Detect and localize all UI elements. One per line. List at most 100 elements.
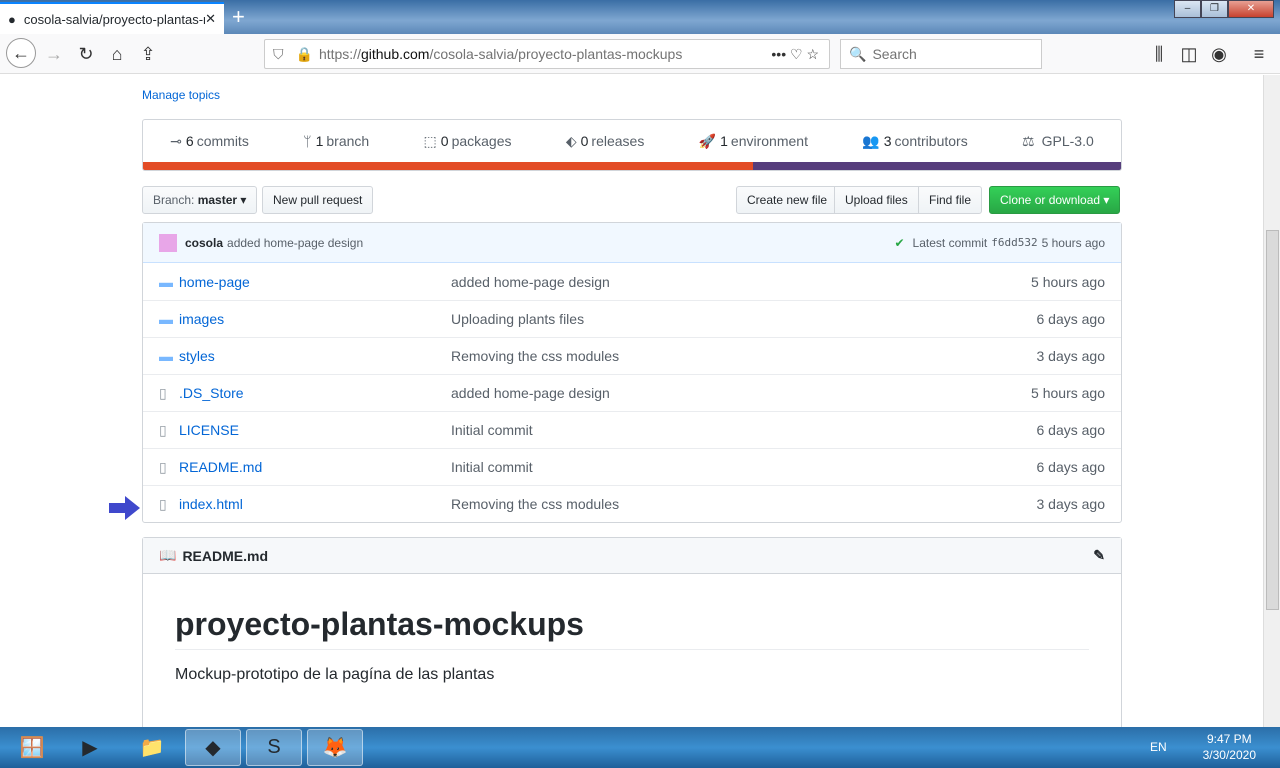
file-row: ▯ index.html Removing the css modules 3 day… <box>143 485 1121 522</box>
clock[interactable]: 9:47 PM 3/30/2020 <box>1203 731 1256 763</box>
check-icon: ✔ <box>894 235 905 250</box>
lock-icon: 🔒 <box>295 45 313 62</box>
contributors-icon: 👥 <box>862 132 880 149</box>
page-scrollbar[interactable] <box>1263 75 1280 727</box>
stat-license[interactable]: ⚖ GPL-3.0 <box>1022 133 1094 150</box>
forward-button[interactable]: → <box>40 40 68 68</box>
readme-panel: 📖 README.md ✎ proyecto-plantas-mockups Mock… <box>142 537 1122 727</box>
file-name-link[interactable]: LICENSE <box>179 422 451 438</box>
file-age: 6 days ago <box>1036 422 1106 438</box>
reload-button[interactable]: ↻ <box>72 40 100 68</box>
file-name-link[interactable]: .DS_Store <box>179 385 451 401</box>
book-icon: 📖 <box>159 547 177 563</box>
file-commit-message[interactable]: Uploading plants files <box>451 311 1037 327</box>
stat-label: environment <box>730 132 808 149</box>
clone-download-button[interactable]: Clone or download ▾ <box>989 186 1121 214</box>
back-button[interactable]: ← <box>6 38 36 68</box>
stat-count: 3 <box>883 132 892 149</box>
file-row: ▯ README.md Initial commit 6 days ago <box>143 448 1121 485</box>
file-commit-message[interactable]: Initial commit <box>451 459 1037 475</box>
stat-label: contributors <box>894 132 968 149</box>
file-row: ▯ LICENSE Initial commit 6 days ago <box>143 411 1121 448</box>
language-segment[interactable] <box>753 162 1121 170</box>
releases-icon: ⬖ <box>565 132 577 149</box>
file-commit-message[interactable]: added home-page design <box>451 274 1031 290</box>
file-name-link[interactable]: home-page <box>179 274 451 290</box>
stat-label: branch <box>326 133 370 149</box>
file-name-link[interactable]: index.html <box>179 496 451 512</box>
branch-select[interactable]: Branch: master ▾ <box>142 186 258 214</box>
stat-packages[interactable]: ⬚ 0 packages <box>424 133 512 150</box>
browser-tab[interactable]: ● cosola-salvia/proyecto-plantas-mockups… <box>0 2 224 34</box>
readme-filename: README.md <box>182 547 268 564</box>
environment-icon: 🚀 <box>698 132 717 149</box>
commit-sha[interactable]: f6dd532 <box>991 236 1037 249</box>
file-commit-message[interactable]: Initial commit <box>451 422 1037 438</box>
create-new-file-button[interactable]: Create new file <box>736 186 839 214</box>
minimize-button[interactable]: – <box>1174 0 1201 18</box>
stat-branch[interactable]: ᛘ 1 branch <box>303 133 369 149</box>
navigation-toolbar: ← → ↻ ⌂ ⇪ ⛉ 🔒 https://github.com/cosola-… <box>0 34 1280 74</box>
manage-topics-link[interactable]: Manage topics <box>142 88 220 102</box>
clone-label: Clone or download <box>1000 193 1101 207</box>
find-file-button[interactable]: Find file <box>918 186 983 214</box>
search-input[interactable]: 🔍 Search <box>840 39 1042 69</box>
share-icon[interactable]: ⇪ <box>134 40 162 68</box>
file-name-link[interactable]: styles <box>179 348 451 364</box>
media-player-icon[interactable]: ▶ <box>62 729 118 766</box>
url-bar[interactable]: ⛉ 🔒 https://github.com/cosola-salvia/pro… <box>264 39 830 69</box>
page-content: Manage topics ⊸ 6 commits ᛘ 1 branch ⬚ 0 package… <box>0 75 1263 727</box>
avatar[interactable] <box>159 233 177 252</box>
sublime-text-icon[interactable]: S <box>246 729 302 766</box>
app-diamond-icon[interactable]: ◆ <box>185 729 241 766</box>
file-commit-message[interactable]: Removing the css modules <box>451 496 1037 512</box>
commit-author[interactable]: cosola <box>185 236 223 250</box>
file-commit-message[interactable]: added home-page design <box>451 385 1031 401</box>
file-name-link[interactable]: README.md <box>179 459 451 475</box>
packages-icon: ⬚ <box>423 132 437 149</box>
file-row: ▯ .DS_Store added home-page design 5 hours … <box>143 374 1121 411</box>
menu-icon[interactable]: ≡ <box>1245 40 1273 68</box>
file-age: 3 days ago <box>1036 348 1106 364</box>
stat-releases[interactable]: ⬖ 0 releases <box>566 133 645 150</box>
firefox-icon[interactable]: 🦊 <box>307 729 363 766</box>
scrollbar-thumb[interactable] <box>1266 230 1279 610</box>
stat-contributors[interactable]: 👥 3 contributors <box>862 133 967 150</box>
clock-time: 9:47 PM <box>1206 732 1252 746</box>
branch-name: master <box>197 193 238 207</box>
stat-commits[interactable]: ⊸ 6 commits <box>170 133 249 150</box>
new-tab-button[interactable]: + <box>232 4 245 30</box>
library-icon[interactable]: ⫼ <box>1145 40 1173 68</box>
account-icon[interactable]: ◉ <box>1205 40 1233 68</box>
stat-label: packages <box>451 132 512 149</box>
search-placeholder: Search <box>872 46 917 62</box>
stat-count: 1 <box>720 132 728 149</box>
file-toolbar: Branch: master ▾ New pull request Create… <box>142 186 1122 214</box>
tab-bar: ● cosola-salvia/proyecto-plantas-mockups… <box>0 0 1280 34</box>
file-row: ▬ styles Removing the css modules 3 days ag… <box>143 337 1121 374</box>
home-button[interactable]: ⌂ <box>103 40 131 68</box>
language-indicator[interactable]: EN <box>1150 740 1167 754</box>
stat-label: GPL-3.0 <box>1041 132 1094 149</box>
commit-message[interactable]: added home-page design <box>227 236 894 250</box>
language-bar[interactable] <box>143 162 1121 170</box>
file-commit-message[interactable]: Removing the css modules <box>451 348 1037 364</box>
file-name-link[interactable]: images <box>179 311 451 327</box>
tab-title: cosola-salvia/proyecto-plantas-mockups <box>23 11 205 27</box>
page-actions-icon[interactable]: ••• ♡ ☆ <box>771 46 819 63</box>
new-pull-request-button[interactable]: New pull request <box>262 186 374 214</box>
sidebar-icon[interactable]: ◫ <box>1175 40 1203 68</box>
edit-pencil-icon[interactable]: ✎ <box>1093 547 1105 564</box>
file-icon: ▯ <box>159 421 167 438</box>
stat-environment[interactable]: 🚀 1 environment <box>699 133 808 150</box>
start-button[interactable]: 🪟 <box>4 729 60 766</box>
branch-label: Branch: <box>153 193 195 207</box>
close-window-button[interactable]: ✕ <box>1228 0 1274 18</box>
shield-icon: ⛉ <box>273 45 284 62</box>
language-segment[interactable] <box>143 162 754 170</box>
file-explorer-icon[interactable]: 📁 <box>124 729 180 766</box>
file-age: 3 days ago <box>1036 496 1106 512</box>
close-tab-icon[interactable]: ✕ <box>205 11 216 27</box>
upload-files-button[interactable]: Upload files <box>834 186 919 214</box>
maximize-button[interactable]: ❐ <box>1201 0 1228 18</box>
